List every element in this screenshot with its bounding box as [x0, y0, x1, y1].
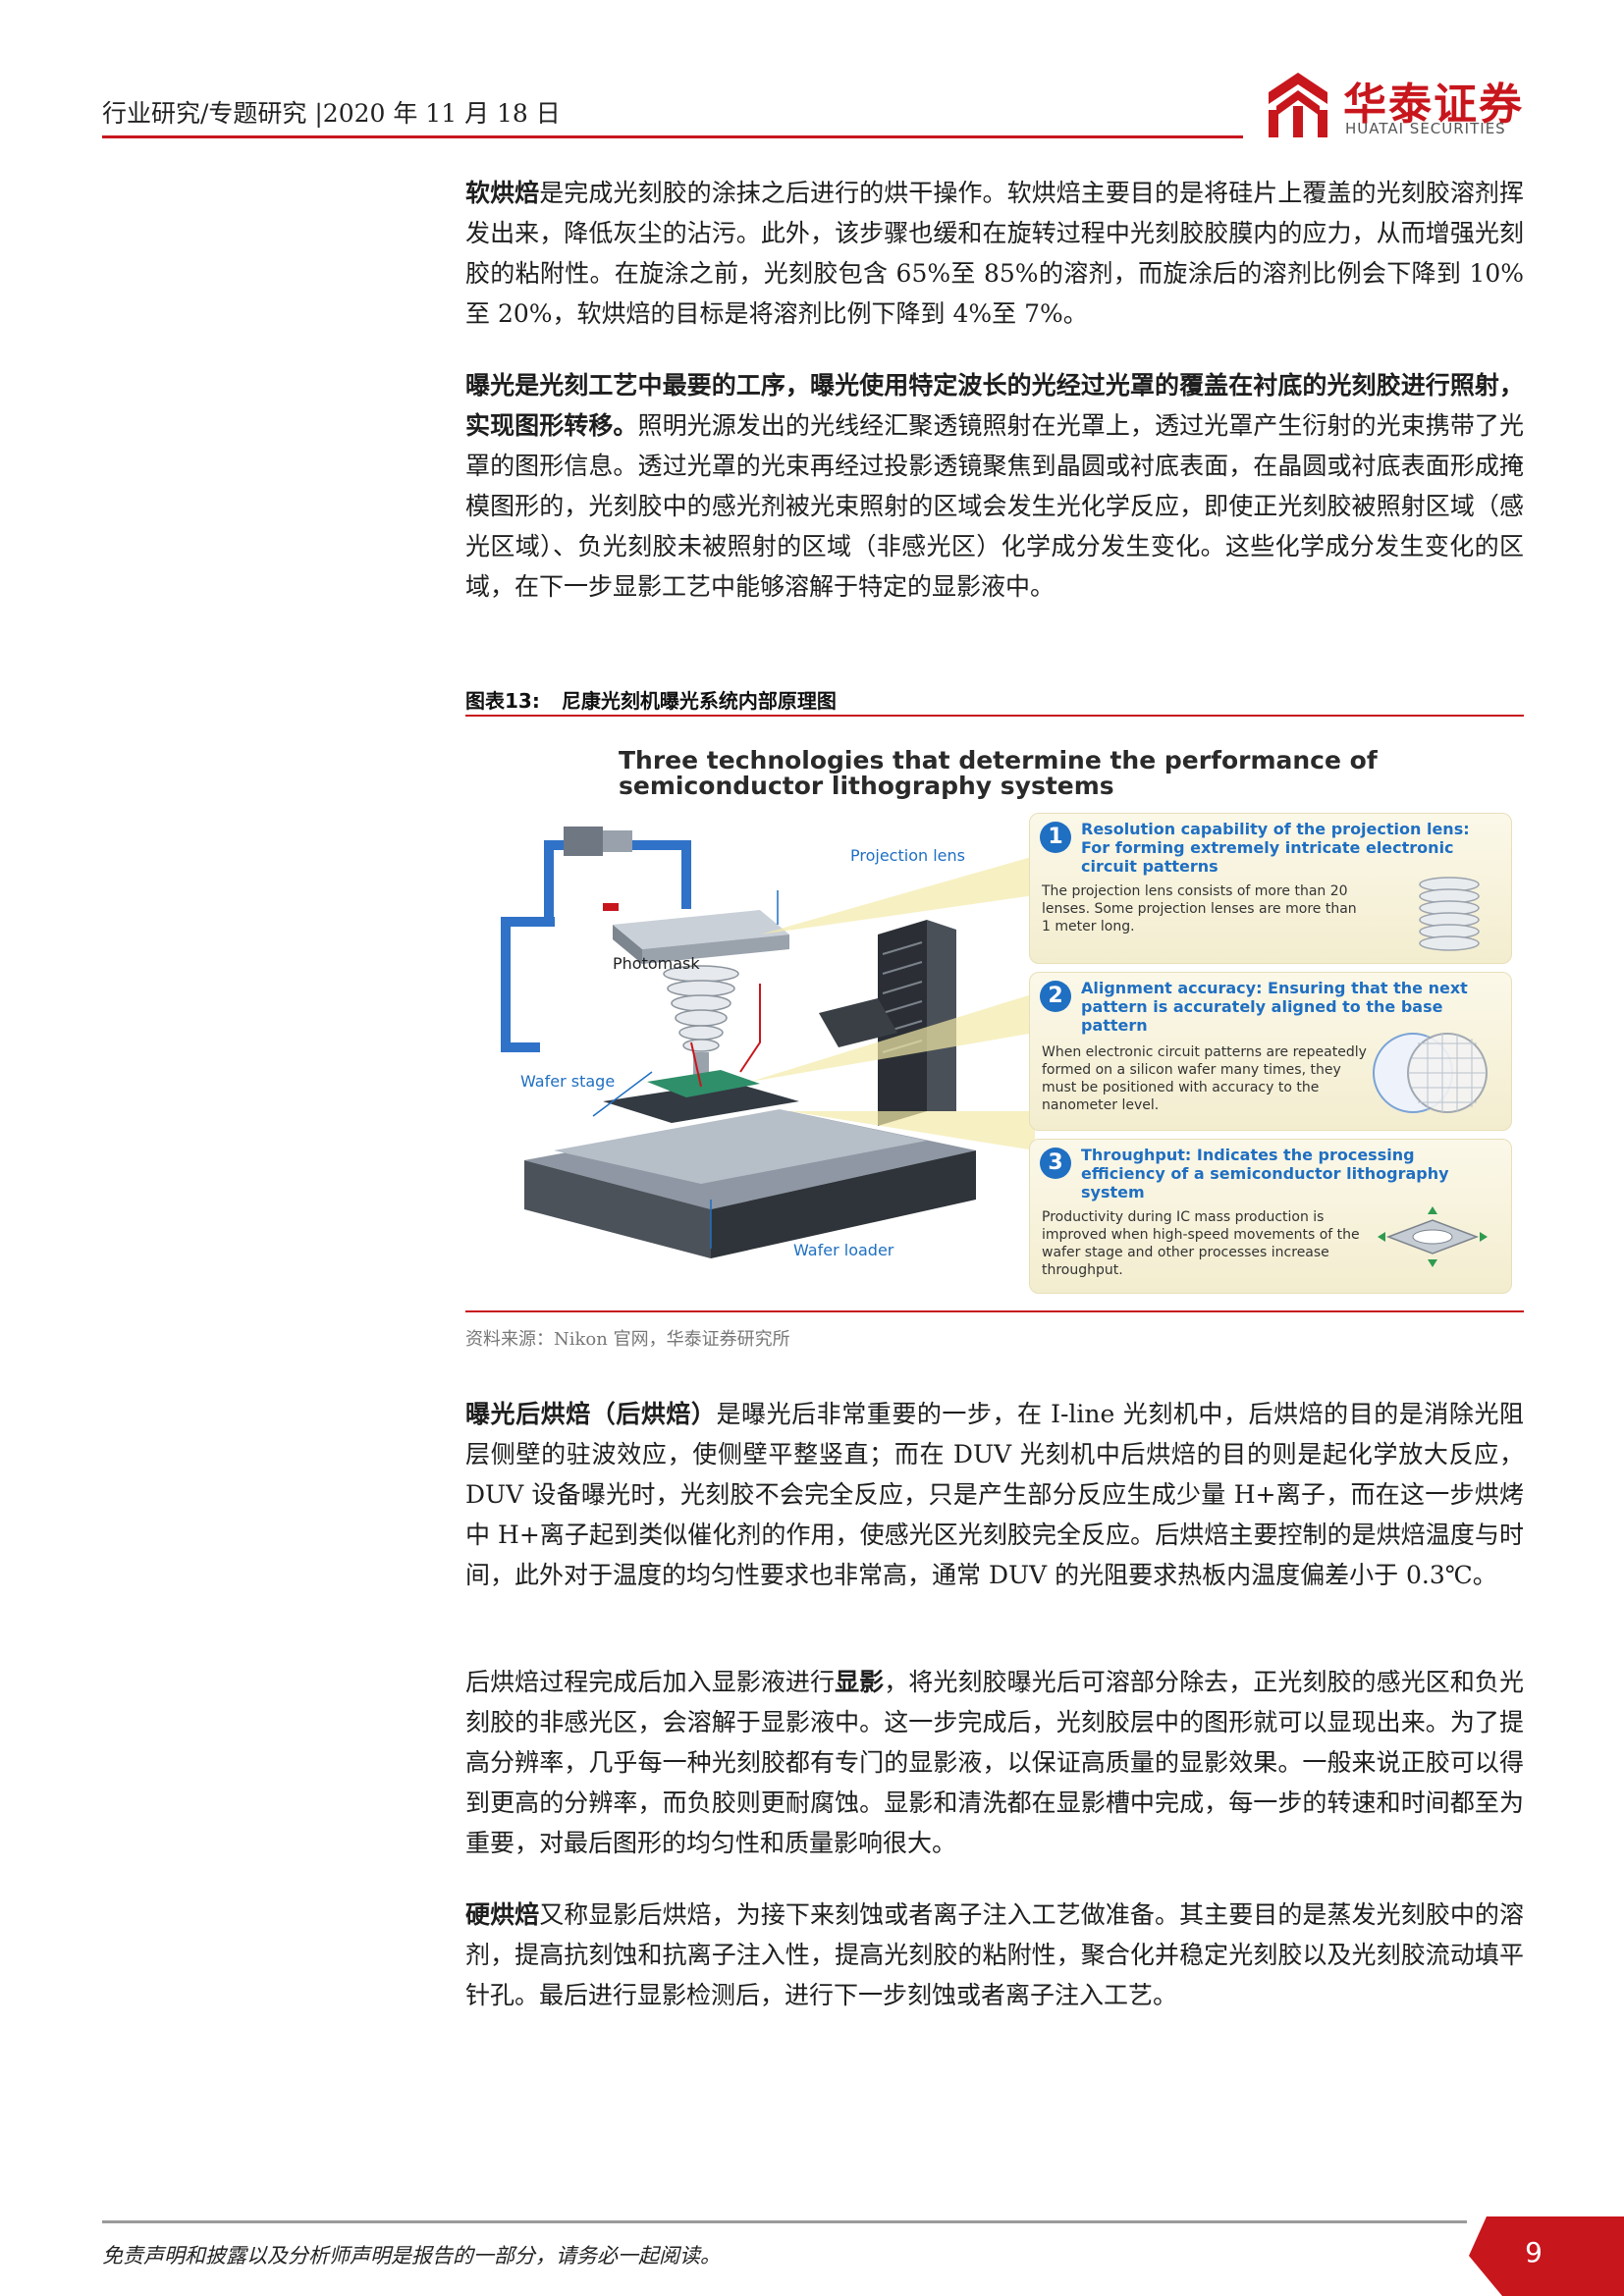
panel-body: When electronic circuit patterns are rep… [1042, 1044, 1367, 1113]
label-photomask: Photomask [613, 954, 700, 973]
figure-caption: 图表13: 尼康光刻机曝光系统内部原理图 [465, 685, 837, 714]
term-post-exposure-bake: 曝光后烘焙（后烘焙） [465, 1400, 717, 1428]
wafer-grid-icon [1373, 1033, 1488, 1113]
paragraph-text: 又称显影后烘焙，为接下来刻蚀或者离子注入工艺做准备。其主要目的是蒸发光刻胶中的溶… [465, 1900, 1524, 2009]
info-panel-resolution: 1 Resolution capability of the projectio… [1029, 813, 1512, 964]
panel-title: Resolution capability of the projection … [1081, 820, 1470, 876]
report-header: 行业研究/专题研究 |2020 年 11 月 18 日 [102, 99, 561, 128]
figure-title: 尼康光刻机曝光系统内部原理图 [561, 689, 837, 713]
term-soft-bake: 软烘焙 [465, 179, 540, 207]
paragraph-soft-bake: 软烘焙是完成光刻胶的涂抹之后进行的烘干操作。软烘焙主要目的是将硅片上覆盖的光刻胶… [465, 173, 1524, 334]
panel-number-badge: 3 [1040, 1148, 1071, 1179]
header-divider [102, 135, 1243, 138]
panel-number-badge: 2 [1040, 981, 1071, 1012]
term-hard-bake: 硬烘焙 [465, 1900, 540, 1929]
figure-top-rule [465, 715, 1524, 717]
paragraph-exposure: 曝光是光刻工艺中最要的工序，曝光使用特定波长的光经过光罩的覆盖在衬底的光刻胶进行… [465, 365, 1524, 607]
paragraph-post-exposure-bake: 曝光后烘焙（后烘焙）是曝光后非常重要的一步，在 I-line 光刻机中，后烘焙的… [465, 1394, 1524, 1595]
label-wafer-stage: Wafer stage [520, 1072, 616, 1091]
label-wafer-loader: Wafer loader [793, 1241, 894, 1259]
footer-disclaimer: 免责声明和披露以及分析师声明是报告的一部分，请务必一起阅读。 [102, 2244, 721, 2268]
panel-title: Throughput: Indicates the processing eff… [1081, 1146, 1449, 1201]
diagram-title-line-1: Three technologies that determine the pe… [619, 746, 1378, 774]
paragraph-development: 后烘焙过程完成后加入显影液进行显影，将光刻胶曝光后可溶部分除去，正光刻胶的感光区… [465, 1662, 1524, 1863]
paragraph-text: 是完成光刻胶的涂抹之后进行的烘干操作。软烘焙主要目的是将硅片上覆盖的光刻胶溶剂挥… [465, 179, 1524, 328]
term-development: 显影 [835, 1668, 885, 1696]
panel-body: Productivity during IC mass production i… [1042, 1209, 1360, 1278]
lithography-diagram: Three technologies that determine the pe… [465, 728, 1524, 1298]
wafer-stage-movement-icon [1378, 1206, 1488, 1267]
huatai-logo: 华泰证券 HUATAI SECURITIES [1267, 69, 1532, 142]
panel-body: The projection lens consists of more tha… [1042, 883, 1357, 934]
panel-number-badge: 1 [1040, 822, 1071, 853]
figure-source: 资料来源：Nikon 官网，华泰证券研究所 [465, 1329, 790, 1350]
page-number: 9 [1525, 2236, 1543, 2269]
info-panel-throughput: 3 Throughput: Indicates the processing e… [1029, 1139, 1512, 1294]
label-projection-lens: Projection lens [850, 846, 965, 865]
figure-number: 图表13: [465, 689, 540, 713]
lens-stack-icon [1419, 877, 1480, 951]
logo-english-name: HUATAI SECURITIES [1345, 120, 1506, 137]
figure-bottom-rule [465, 1310, 1524, 1312]
footer-divider [102, 2220, 1467, 2223]
info-panel-alignment: 2 Alignment accuracy: Ensuring that the … [1029, 972, 1512, 1131]
paragraph-text: 后烘焙过程完成后加入显影液进行 [465, 1668, 836, 1696]
huatai-logo-mark-icon [1267, 71, 1329, 139]
paragraph-hard-bake: 硬烘焙又称显影后烘焙，为接下来刻蚀或者离子注入工艺做准备。其主要目的是蒸发光刻胶… [465, 1895, 1524, 2015]
